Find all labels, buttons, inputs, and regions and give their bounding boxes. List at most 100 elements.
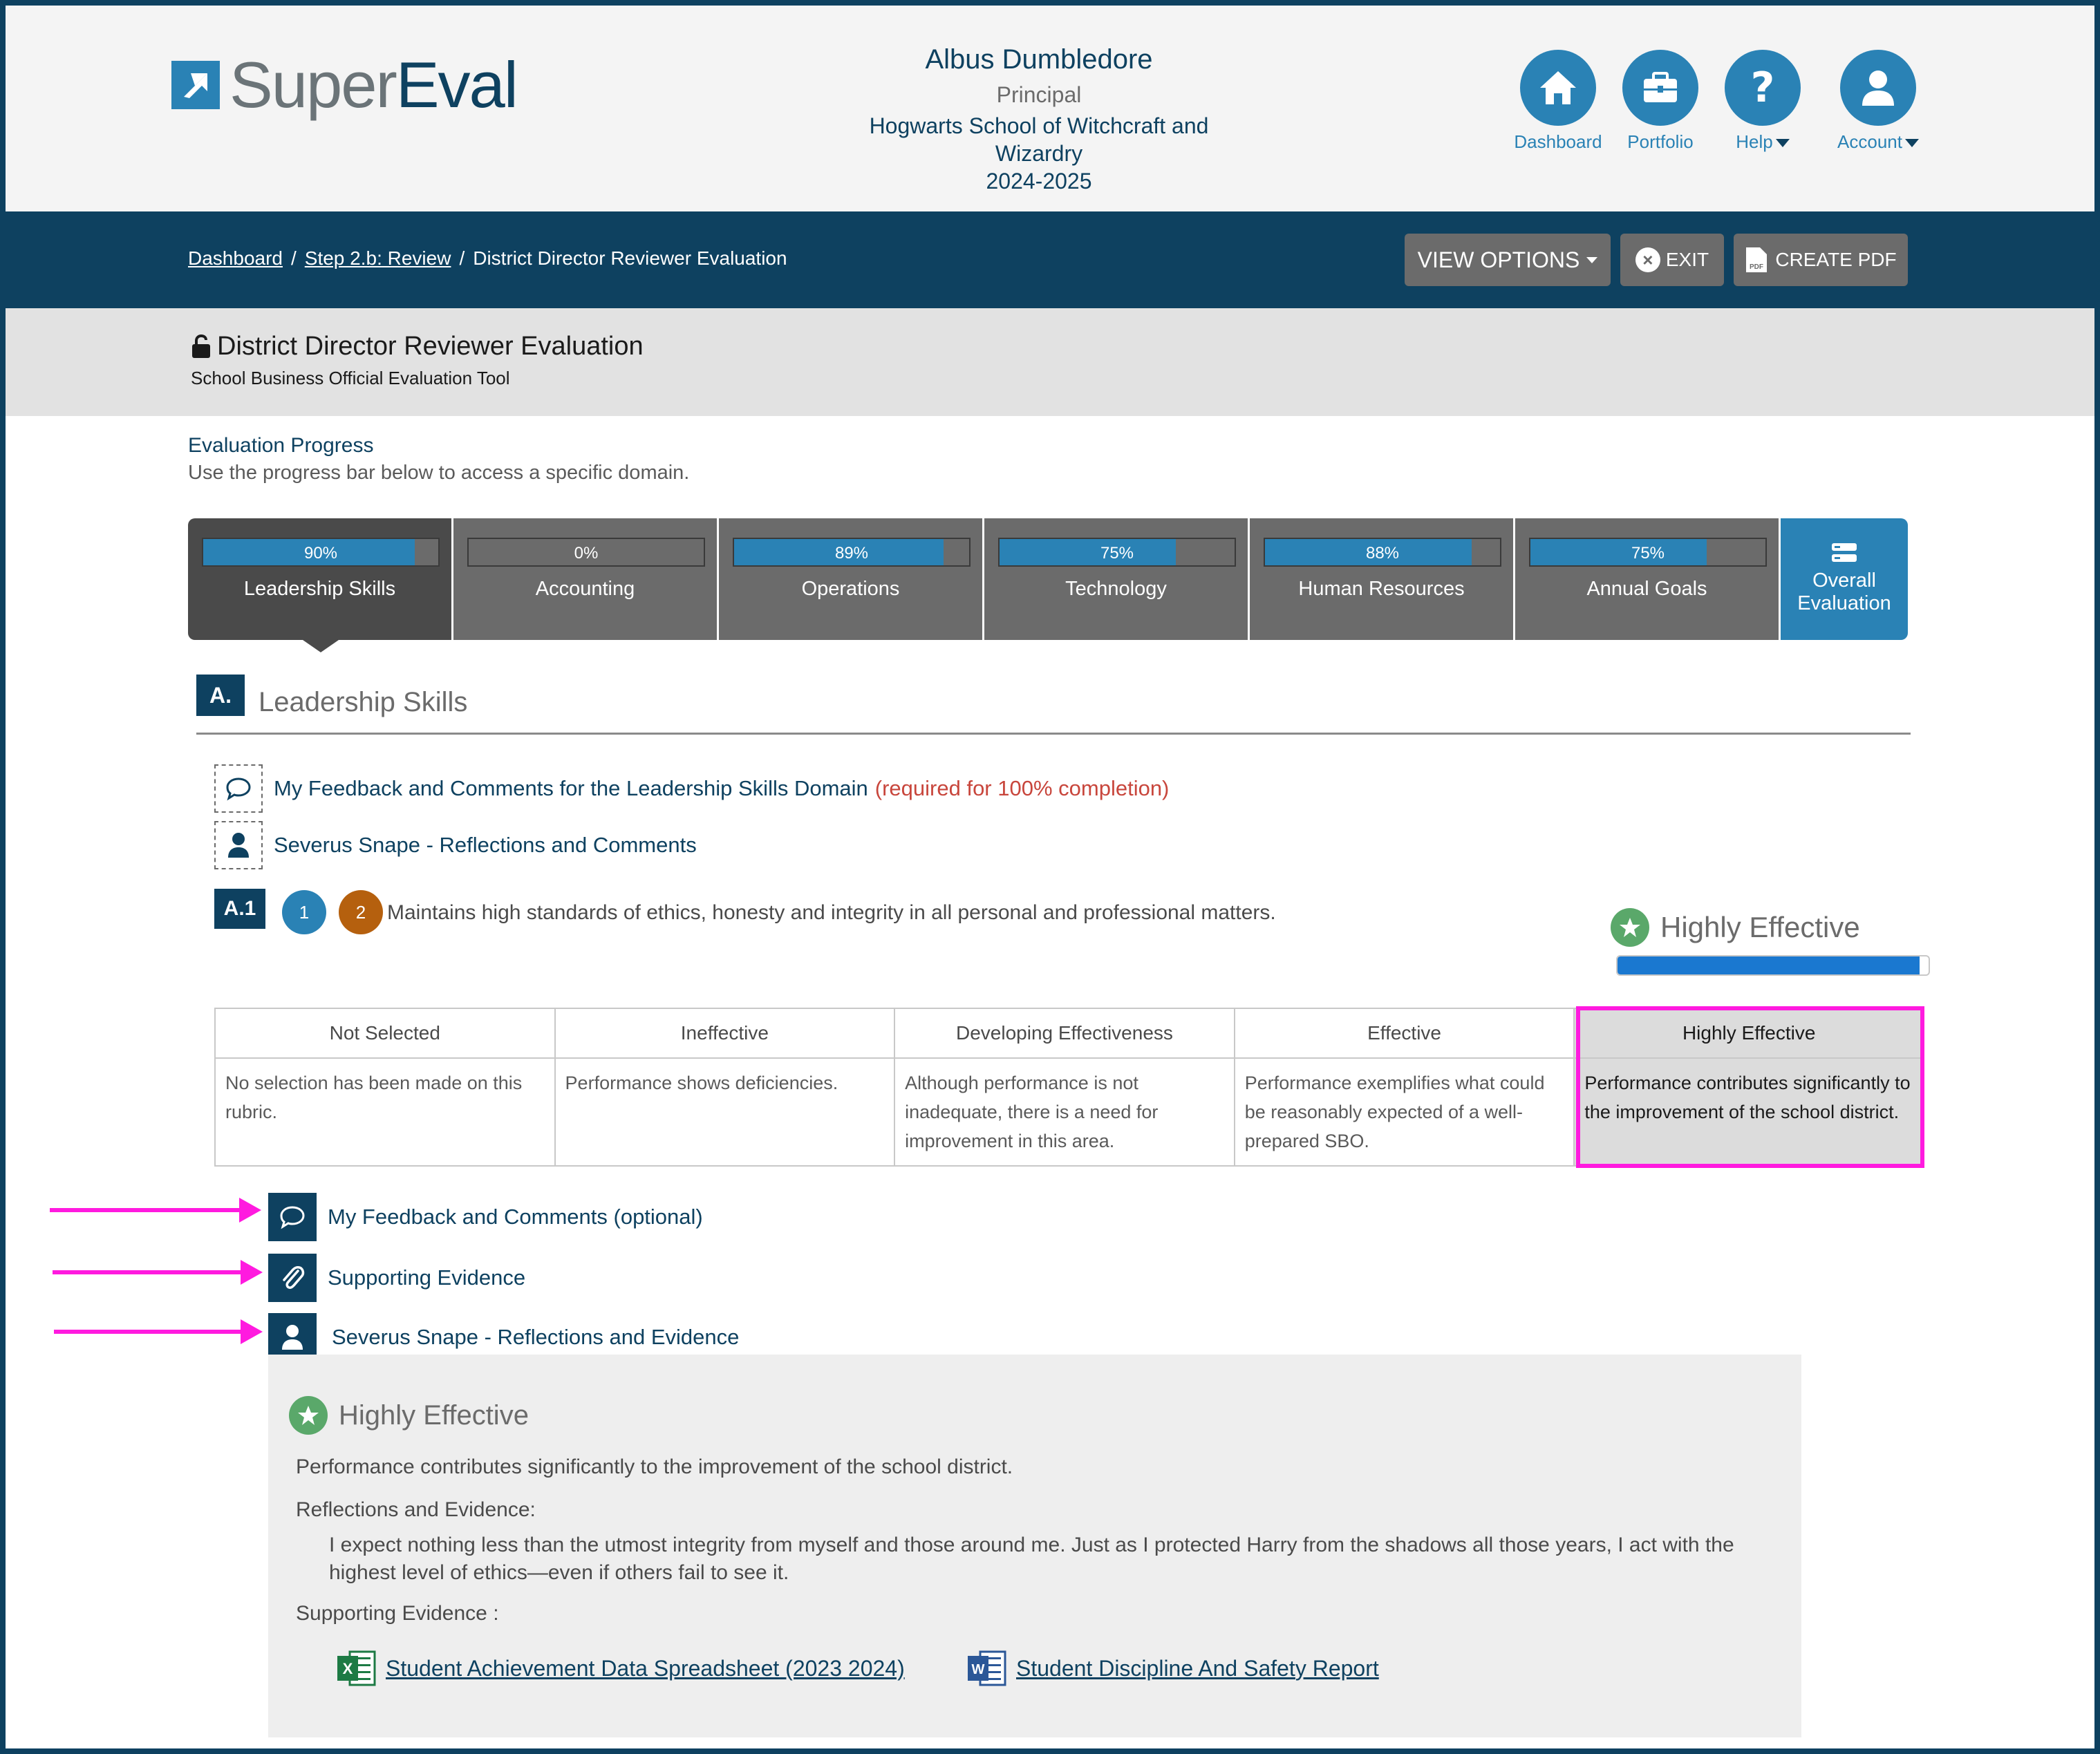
evidence-file-spreadsheet[interactable]: X Student Achievement Data Spreadsheet (… <box>336 1650 905 1686</box>
evidence-file-name[interactable]: Student Discipline And Safety Report <box>1016 1656 1379 1681</box>
domain-progress-label: 75% <box>1100 544 1134 563</box>
domain-progress-label: 89% <box>834 544 869 563</box>
domain-tab-annual-goals[interactable]: 75% Annual Goals <box>1515 518 1781 640</box>
reviewer-2-badge[interactable]: 2 <box>339 890 383 934</box>
excel-file-icon-letter: X <box>343 1660 353 1677</box>
reviewer-reflections-text: Severus Snape - Reflections and Evidence <box>332 1325 740 1349</box>
domain-progress-label: 75% <box>1631 544 1665 563</box>
toolbar: VIEW OPTIONS × EXIT PDF CREATE PDF <box>1405 234 1918 286</box>
chevron-down-icon <box>1775 139 1790 148</box>
rubric-level-effective[interactable]: Effective <box>1233 1008 1575 1059</box>
domain-feedback-link[interactable]: My Feedback and Comments for the Leaders… <box>214 764 1169 813</box>
progress-header: Evaluation Progress Use the progress bar… <box>188 434 689 484</box>
domain-name: Leadership Skills <box>243 578 396 600</box>
nav-portfolio[interactable]: Portfolio <box>1609 50 1712 153</box>
reflections-label: Reflections and Evidence: <box>296 1498 536 1521</box>
star-icon <box>1611 908 1649 947</box>
summary-icon <box>1832 543 1857 562</box>
domain-reflections-text: Severus Snape - Reflections and Comments <box>274 833 697 857</box>
domain-name: Operations <box>801 578 900 600</box>
view-options-button[interactable]: VIEW OPTIONS <box>1405 234 1611 286</box>
user-icon <box>214 821 263 869</box>
rubric-level-developing[interactable]: Developing Effectiveness <box>894 1008 1235 1059</box>
rubric-level-ineffective[interactable]: Ineffective <box>554 1008 896 1059</box>
nav-dashboard[interactable]: Dashboard <box>1507 50 1609 153</box>
logo-text: SuperEval <box>229 53 518 117</box>
nav-help-label: Help <box>1712 131 1814 153</box>
domain-tab-operations[interactable]: 89% Operations <box>719 518 984 640</box>
panel-rating: Highly Effective <box>289 1396 529 1435</box>
annotation-arrow <box>53 1260 263 1285</box>
breadcrumb-dashboard[interactable]: Dashboard <box>188 247 283 270</box>
domain-progress: 90% <box>202 538 440 567</box>
view-options-label: VIEW OPTIONS <box>1417 247 1580 272</box>
supporting-evidence-text: Supporting Evidence <box>328 1265 526 1290</box>
reflections-text: I expect nothing less than the utmost in… <box>329 1534 1734 1584</box>
nav-account-label: Account <box>1822 131 1934 153</box>
domain-reflections-link[interactable]: Severus Snape - Reflections and Comments <box>214 821 697 869</box>
annotation-arrow <box>54 1319 263 1344</box>
excel-file-icon: X <box>337 1650 376 1686</box>
breadcrumb-separator: / <box>290 247 297 269</box>
exit-button[interactable]: × EXIT <box>1620 234 1724 286</box>
paperclip-icon <box>268 1254 317 1302</box>
exit-label: EXIT <box>1665 249 1709 270</box>
superEval-logo[interactable]: SuperEval <box>171 47 518 123</box>
panel-rating-description: Performance contributes significantly to… <box>296 1455 1013 1478</box>
rubric-desc-developing[interactable]: Although performance is not inadequate, … <box>894 1057 1235 1167</box>
domain-name: Human Resources <box>1298 578 1465 600</box>
rubric-desc-ineffective[interactable]: Performance shows deficiencies. <box>554 1057 896 1167</box>
rubric-level-highly-effective[interactable]: Highly Effective <box>1573 1008 1924 1059</box>
rubric-table: Not Selected Ineffective Developing Effe… <box>214 1008 1924 1167</box>
supporting-evidence-link[interactable]: Supporting Evidence <box>268 1254 525 1302</box>
pdf-file-icon: PDF <box>1746 247 1768 272</box>
active-pointer <box>303 640 339 652</box>
panel-rating-label: Highly Effective <box>339 1399 529 1431</box>
logo-mark-icon <box>171 61 220 109</box>
rating-slider[interactable] <box>1616 955 1930 976</box>
nav-account[interactable]: Account <box>1822 50 1934 153</box>
nav-help-text: Help <box>1736 131 1773 152</box>
title-band: District Director Reviewer Evaluation Sc… <box>6 308 2094 416</box>
rubric-desc-effective[interactable]: Performance exemplifies what could be re… <box>1233 1057 1575 1167</box>
breadcrumb: Dashboard / Step 2.b: Review / District … <box>188 247 787 270</box>
domain-progress-label: 0% <box>574 544 599 563</box>
domain-progress-label: 88% <box>1365 544 1400 563</box>
nav-help[interactable]: ? Help <box>1712 50 1814 153</box>
evidence-file-report[interactable]: W Student Discipline And Safety Report <box>966 1650 1379 1686</box>
criterion-feedback-link[interactable]: My Feedback and Comments (optional) <box>268 1193 703 1241</box>
user-icon <box>1840 50 1916 126</box>
user-year: 2024-2025 <box>986 169 1092 194</box>
rubric-desc-not-selected[interactable]: No selection has been made on this rubri… <box>214 1057 556 1167</box>
progress-help-text: Use the progress bar below to access a s… <box>188 462 690 484</box>
create-pdf-button[interactable]: PDF CREATE PDF <box>1734 234 1908 286</box>
domain-tab-human-resources[interactable]: 88% Human Resources <box>1250 518 1515 640</box>
domain-progress: 75% <box>998 538 1236 567</box>
breadcrumb-step-review[interactable]: Step 2.b: Review <box>305 247 451 270</box>
evidence-label: Supporting Evidence : <box>296 1602 499 1625</box>
user-info: Albus Dumbledore Principal Hogwarts Scho… <box>800 44 1277 195</box>
domain-letter-badge: A. <box>196 675 245 716</box>
criterion-rating-label: Highly Effective <box>1660 911 1860 943</box>
domain-name: Accounting <box>535 578 635 600</box>
word-file-icon-letter: W <box>972 1662 985 1677</box>
user-school-line1: Hogwarts School of Witchcraft and <box>869 113 1209 138</box>
nav-portfolio-label: Portfolio <box>1627 131 1694 152</box>
overall-evaluation-button[interactable]: Overall Evaluation <box>1781 518 1908 640</box>
domain-divider <box>196 733 1911 735</box>
domain-progress-bar: 90% Leadership Skills 0% Accounting 89% … <box>188 518 1915 652</box>
evidence-file-name[interactable]: Student Achievement Data Spreadsheet (20… <box>386 1656 905 1681</box>
rubric-desc-highly-effective[interactable]: Performance contributes significantly to… <box>1573 1057 1924 1167</box>
progress-title: Evaluation Progress <box>188 434 374 457</box>
criterion-rating: Highly Effective <box>1611 908 1860 947</box>
reflections-panel: Highly Effective Performance contributes… <box>268 1355 1801 1737</box>
domain-tab-accounting[interactable]: 0% Accounting <box>453 518 719 640</box>
domain-progress: 0% <box>467 538 705 567</box>
domain-progress: 88% <box>1264 538 1501 567</box>
rubric-level-not-selected[interactable]: Not Selected <box>214 1008 556 1059</box>
word-file-icon: W <box>968 1650 1006 1686</box>
rubric-description-row: No selection has been made on this rubri… <box>214 1057 1924 1167</box>
reviewer-1-badge[interactable]: 1 <box>282 890 326 934</box>
domain-tab-technology[interactable]: 75% Technology <box>984 518 1250 640</box>
domain-tab-leadership-skills[interactable]: 90% Leadership Skills <box>188 518 453 652</box>
